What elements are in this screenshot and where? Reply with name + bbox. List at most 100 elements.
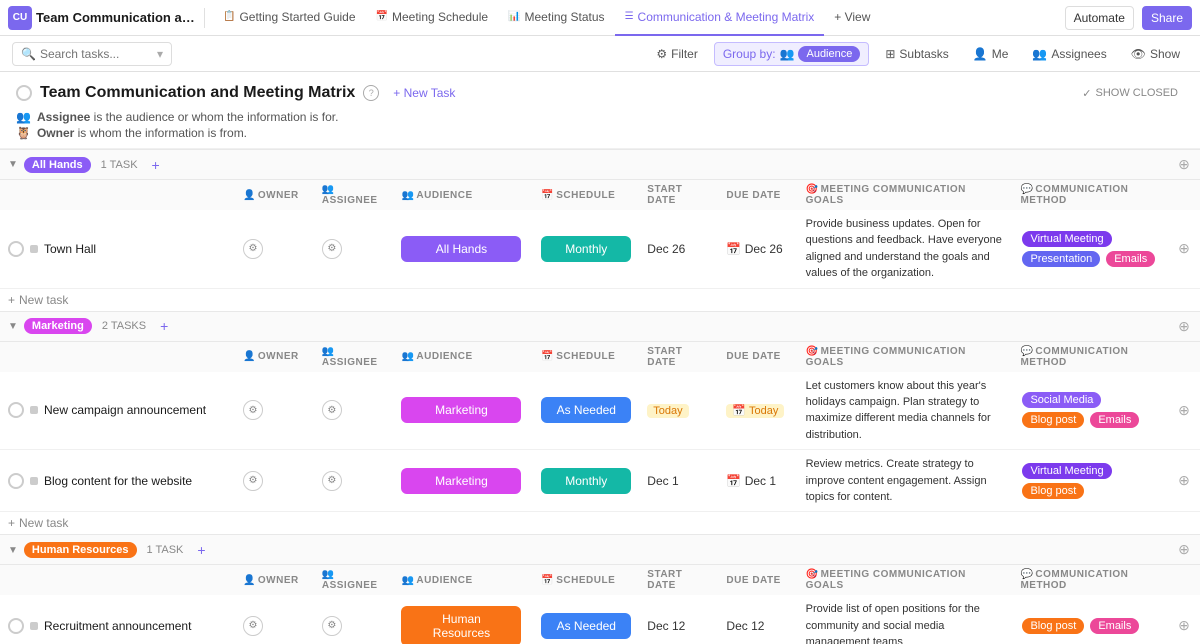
search-box[interactable]: 🔍 ▾ — [12, 42, 172, 66]
table-row: Town Hall ⚙ ⚙ All Hands Monthly Dec 26 📅… — [0, 210, 1200, 288]
task-name-text[interactable]: Blog content for the website — [44, 474, 192, 488]
group-overflow-human-resources[interactable]: ⊕ — [1178, 541, 1190, 557]
row-overflow-button[interactable]: ⊕ — [1178, 240, 1190, 256]
method-cell: Virtual MeetingPresentationEmails — [1012, 210, 1170, 288]
new-task-row-all-hands: + New task — [0, 288, 1200, 311]
owner-avatar[interactable]: ⚙ — [243, 239, 263, 259]
legend-assignee-text: Assignee is the audience or whom the inf… — [37, 110, 339, 124]
info-icon[interactable]: ? — [363, 85, 379, 101]
group-by-button[interactable]: Group by: 👥 Audience — [714, 42, 870, 66]
new-task-link-all-hands[interactable]: + New task — [8, 293, 1192, 307]
owner-avatar[interactable]: ⚙ — [243, 471, 263, 491]
audience-pill: Marketing — [401, 397, 521, 423]
group-toggle-human-resources[interactable]: ▼ — [8, 545, 18, 556]
assignee-avatar[interactable]: ⚙ — [322, 616, 342, 636]
me-button[interactable]: 👤 Me — [965, 44, 1017, 64]
owner-emoji: 🦉 — [16, 126, 31, 140]
legend-owner: 🦉 Owner is whom the information is from. — [16, 126, 1184, 140]
add-view-button[interactable]: + View — [824, 0, 880, 36]
group-add-task-human-resources[interactable]: + — [197, 542, 205, 558]
page-heading: Team Communication and Meeting Matrix — [40, 84, 355, 102]
table-row: Recruitment announcement ⚙ ⚙ Human Resou… — [0, 595, 1200, 644]
audience-cell: Marketing — [393, 372, 533, 450]
owner-avatar[interactable]: ⚙ — [243, 400, 263, 420]
task-status-circle[interactable] — [8, 618, 24, 634]
automate-button[interactable]: Automate — [1065, 6, 1134, 30]
schedule-cell: Monthly — [533, 450, 639, 512]
row-overflow-button[interactable]: ⊕ — [1178, 402, 1190, 418]
owner-cell: ⚙ — [235, 595, 314, 644]
row-overflow-button[interactable]: ⊕ — [1178, 617, 1190, 633]
task-name-text[interactable]: New campaign announcement — [44, 403, 206, 417]
owner-cell: ⚙ — [235, 372, 314, 450]
col-header-due: DUE DATE — [718, 565, 797, 596]
page-header-title-row: Team Communication and Meeting Matrix ? … — [16, 84, 1184, 102]
group-badge-all-hands: All Hands — [24, 157, 91, 173]
col-header-actions — [1170, 565, 1200, 596]
legend: 👥 Assignee is the audience or whom the i… — [16, 110, 1184, 140]
col-header-audience: 👥AUDIENCE — [393, 180, 533, 211]
audience-pill: All Hands — [401, 236, 521, 262]
assignee-cell: ⚙ — [314, 210, 394, 288]
task-priority-dot — [30, 622, 38, 630]
group-toggle-marketing[interactable]: ▼ — [8, 321, 18, 332]
tab-icon-comm-matrix: ☰ — [625, 11, 634, 22]
assignee-avatar[interactable]: ⚙ — [322, 239, 342, 259]
audience-cell: Marketing — [393, 450, 533, 512]
share-button[interactable]: Share — [1142, 6, 1192, 30]
actions-cell: ⊕ — [1170, 372, 1200, 450]
page-status-circle[interactable] — [16, 85, 32, 101]
method-cell: Virtual MeetingBlog post — [1012, 450, 1170, 512]
tab-meeting-status[interactable]: 📊Meeting Status — [498, 0, 615, 36]
goals-text: Provide list of open positions for the c… — [806, 603, 980, 644]
start-date: Dec 12 — [647, 619, 685, 633]
start-date: Dec 26 — [647, 242, 685, 256]
group-toggle-all-hands[interactable]: ▼ — [8, 159, 18, 170]
group-header-marketing: ▼ Marketing 2 TASKS + ⊕ — [0, 311, 1200, 341]
assignee-avatar[interactable]: ⚙ — [322, 471, 342, 491]
subtasks-button[interactable]: ⊞ Subtasks — [877, 44, 956, 64]
task-priority-dot — [30, 245, 38, 253]
group-add-task-all-hands[interactable]: + — [152, 157, 160, 173]
row-overflow-button[interactable]: ⊕ — [1178, 472, 1190, 488]
due-date: 📅 Dec 1 — [726, 474, 776, 488]
toolbar-right: ⚙ Filter Group by: 👥 Audience ⊞ Subtasks… — [648, 42, 1188, 66]
content-area: Team Communication and Meeting Matrix ? … — [0, 72, 1200, 644]
new-task-header-button[interactable]: + New Task — [387, 84, 461, 102]
assignee-avatar[interactable]: ⚙ — [322, 400, 342, 420]
group-header-human-resources: ▼ Human Resources 1 TASK + ⊕ — [0, 535, 1200, 565]
method-cell: Social MediaBlog postEmails — [1012, 372, 1170, 450]
col-headers-human-resources: 👤OWNER 👥ASSIGNEE 👥AUDIENCE 📅SCHEDULE STA… — [0, 565, 1200, 596]
plus-icon: + — [8, 516, 15, 530]
task-status-circle[interactable] — [8, 473, 24, 489]
filter-button[interactable]: ⚙ Filter — [648, 44, 705, 64]
page-title: Team Communication and Meeting Ma... — [36, 10, 196, 25]
start-date-cell: Dec 26 — [639, 210, 718, 288]
tab-meeting-schedule[interactable]: 📅Meeting Schedule — [366, 0, 499, 36]
assignee-cell: ⚙ — [314, 450, 394, 512]
task-status-circle[interactable] — [8, 402, 24, 418]
task-name-text[interactable]: Town Hall — [44, 242, 96, 256]
group-add-task-marketing[interactable]: + — [160, 318, 168, 334]
group-overflow-marketing[interactable]: ⊕ — [1178, 318, 1190, 334]
audience-cell: Human Resources — [393, 595, 533, 644]
task-name-text[interactable]: Recruitment announcement — [44, 619, 191, 633]
tab-getting-started[interactable]: 📋Getting Started Guide — [213, 0, 366, 36]
col-header-schedule: 📅SCHEDULE — [533, 180, 639, 211]
task-status-circle[interactable] — [8, 241, 24, 257]
tab-bar: 📋Getting Started Guide📅Meeting Schedule📊… — [213, 0, 1061, 36]
col-header-goals: 🎯MEETING COMMUNICATION GOALS — [798, 341, 1013, 372]
assignees-button[interactable]: 👥 Assignees — [1024, 44, 1114, 64]
group-overflow-all-hands[interactable]: ⊕ — [1178, 156, 1190, 172]
filter-icon: ⚙ — [656, 47, 667, 61]
show-closed-button[interactable]: ✓ SHOW CLOSED — [1076, 85, 1184, 102]
show-button[interactable]: 👁 Show — [1123, 44, 1188, 64]
new-task-link-marketing[interactable]: + New task — [8, 516, 1192, 530]
method-cell: Blog postEmails — [1012, 595, 1170, 644]
owner-avatar[interactable]: ⚙ — [243, 616, 263, 636]
tab-comm-matrix[interactable]: ☰Communication & Meeting Matrix — [615, 0, 825, 36]
goals-cell: Provide business updates. Open for quest… — [798, 210, 1013, 288]
assignee-cell: ⚙ — [314, 372, 394, 450]
search-input[interactable] — [40, 47, 153, 61]
method-badge: Virtual Meeting — [1022, 231, 1111, 247]
